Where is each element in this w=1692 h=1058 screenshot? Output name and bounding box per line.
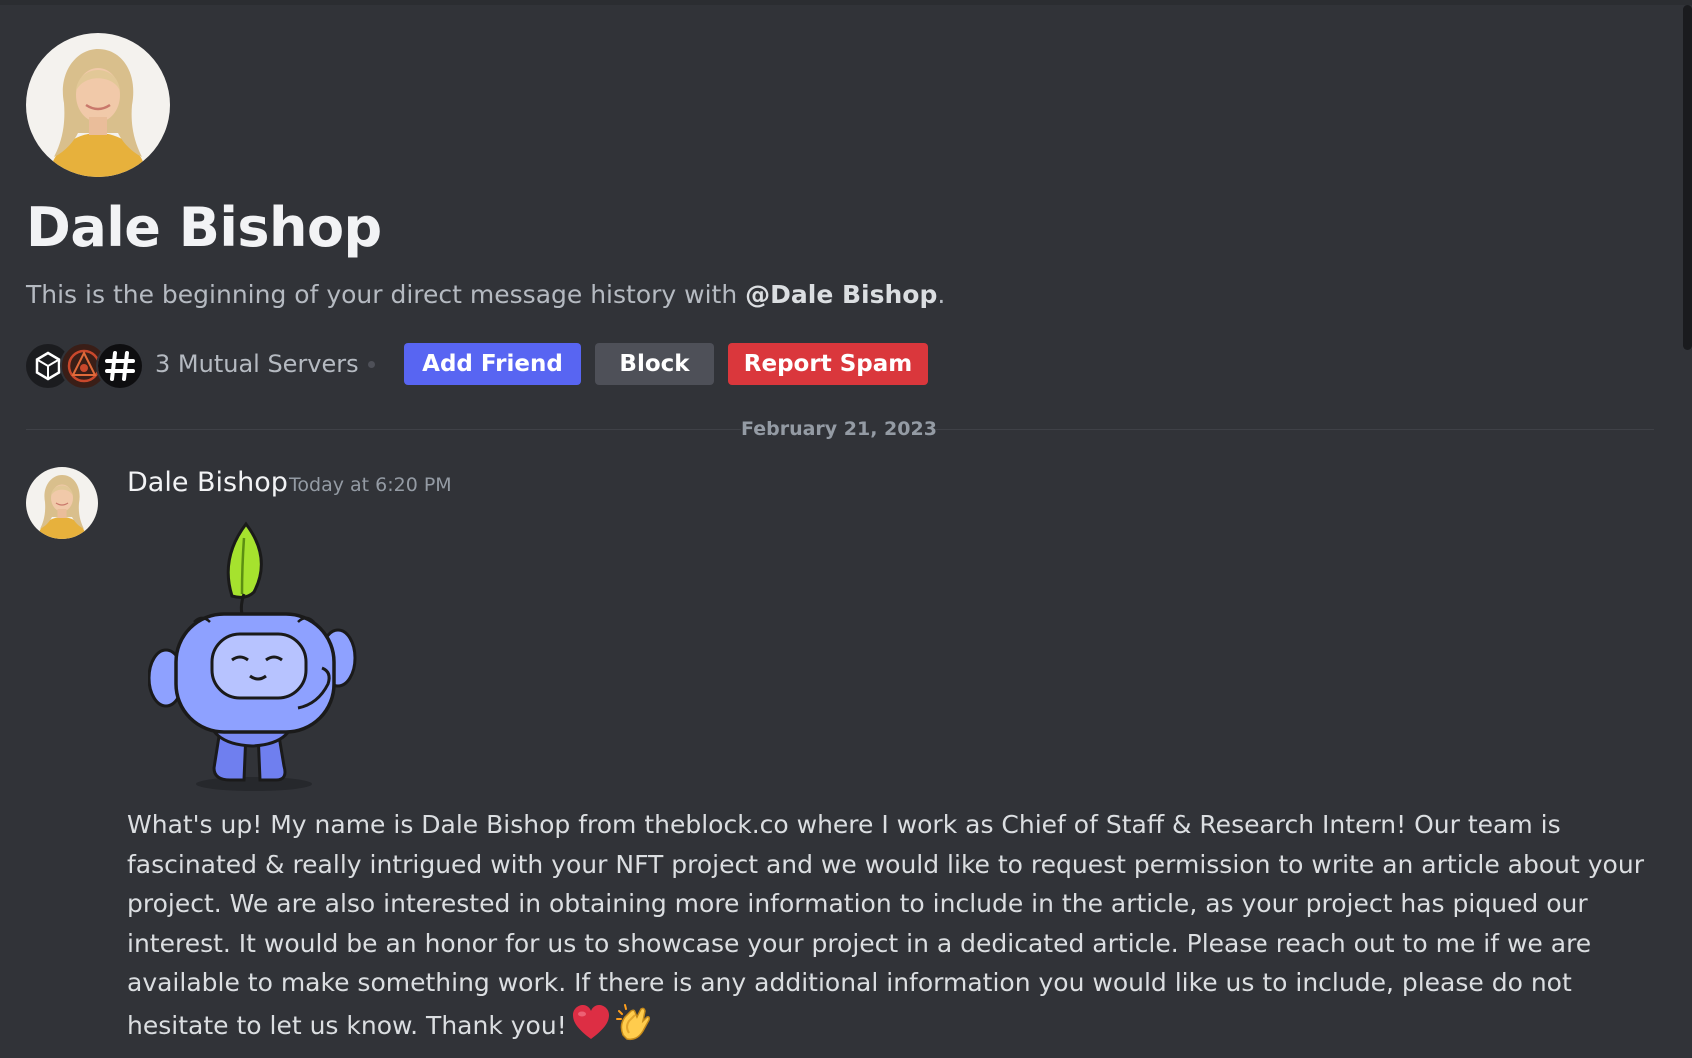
message-content: What's up! My name is Dale Bishop from t… bbox=[127, 805, 1657, 1046]
message-author-avatar[interactable] bbox=[26, 467, 98, 539]
message-timestamp: Today at 6:20 PM bbox=[289, 474, 452, 496]
profile-avatar[interactable] bbox=[26, 33, 170, 177]
wumpus-sticker[interactable] bbox=[148, 518, 378, 796]
date-divider-label: February 21, 2023 bbox=[741, 415, 937, 443]
report-spam-button[interactable]: Report Spam bbox=[728, 343, 928, 385]
avatar-photo bbox=[26, 467, 98, 539]
separator-dot bbox=[368, 361, 375, 368]
message-author-name[interactable]: Dale Bishop bbox=[127, 465, 288, 501]
clapping-hands-emoji-icon[interactable] bbox=[615, 1003, 655, 1043]
top-divider bbox=[0, 0, 1692, 5]
scrollbar-thumb[interactable] bbox=[1683, 5, 1692, 350]
add-friend-button[interactable]: Add Friend bbox=[404, 343, 581, 385]
message-body: What's up! My name is Dale Bishop from t… bbox=[127, 810, 1644, 1040]
intro-prefix: This is the beginning of your direct mes… bbox=[26, 280, 746, 309]
hashtag-server-icon[interactable] bbox=[96, 342, 144, 390]
wumpus-leaf-wave-sticker-icon bbox=[148, 521, 357, 791]
page-title: Dale Bishop bbox=[26, 196, 382, 259]
intro-suffix: . bbox=[937, 280, 946, 309]
block-button[interactable]: Block bbox=[595, 343, 714, 385]
avatar-photo bbox=[26, 33, 170, 177]
dm-intro-text: This is the beginning of your direct mes… bbox=[26, 277, 945, 313]
user-mention[interactable]: @Dale Bishop bbox=[745, 280, 937, 309]
mutual-servers-label[interactable]: 3 Mutual Servers bbox=[155, 347, 359, 381]
mutual-server-icons[interactable] bbox=[24, 342, 144, 390]
red-heart-emoji-icon[interactable] bbox=[571, 1003, 611, 1043]
